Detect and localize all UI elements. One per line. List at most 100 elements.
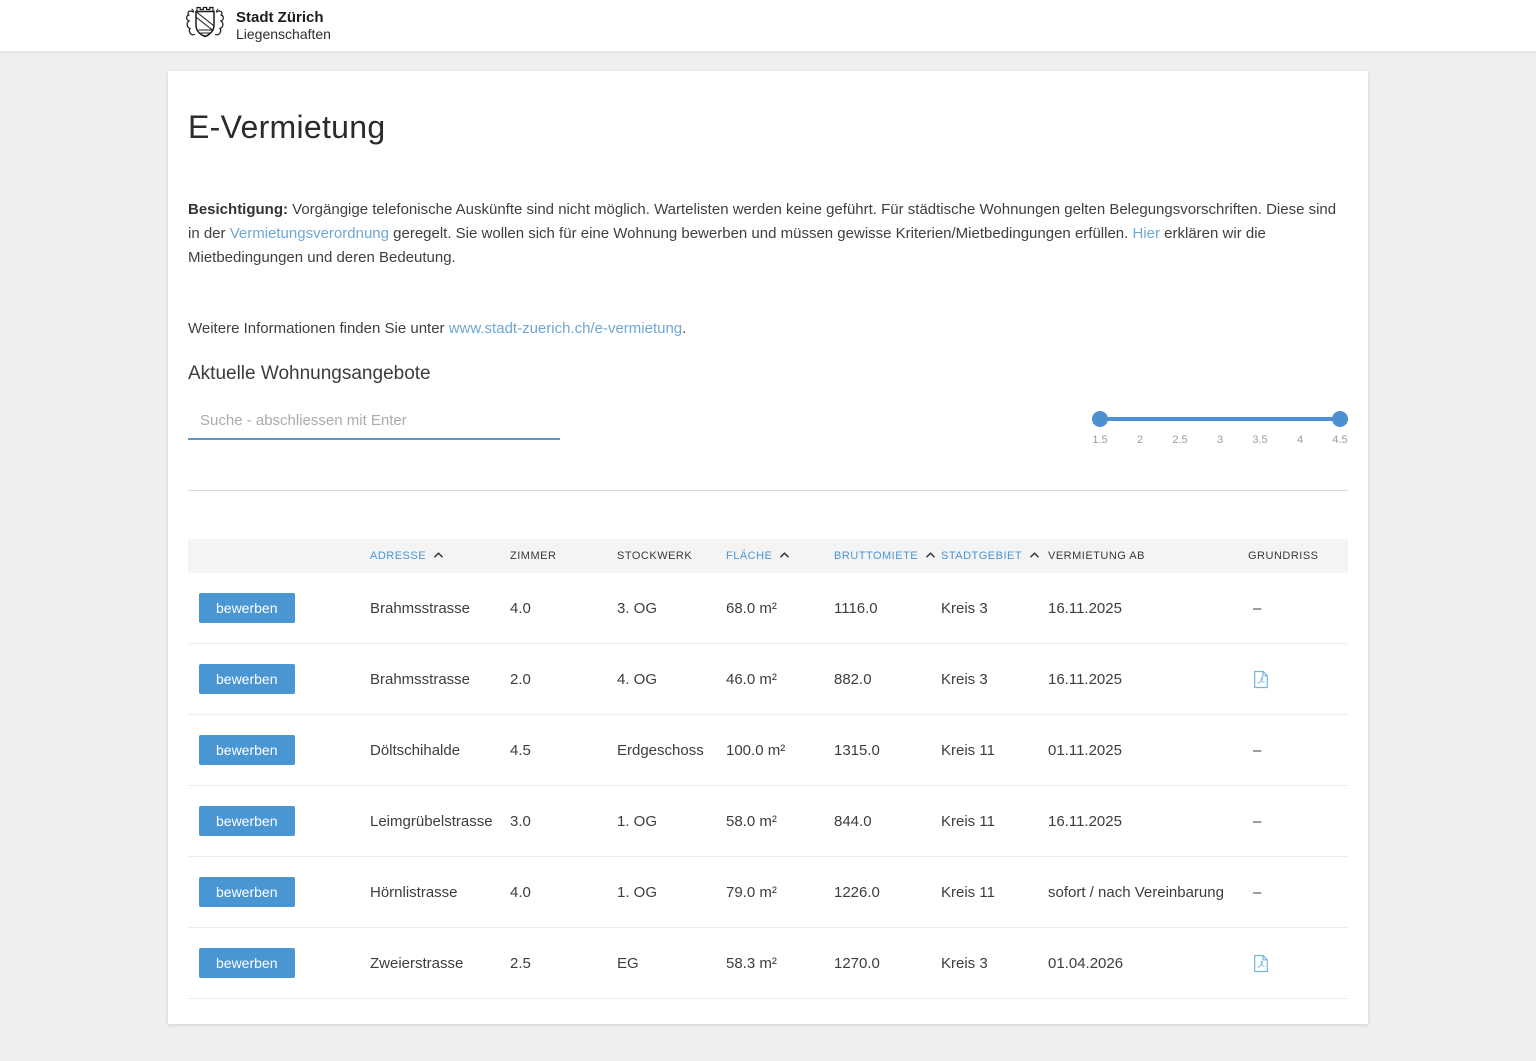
hier-link[interactable]: Hier — [1132, 225, 1160, 242]
column-header[interactable]: STADTGEBIET — [941, 550, 1048, 562]
cell-flaeche: 58.3 m² — [726, 955, 834, 972]
column-header[interactable]: STOCKWERK — [617, 550, 726, 562]
filter-row: 1.522.533.544.5 — [188, 405, 1348, 446]
no-floorplan-dash: – — [1253, 600, 1261, 617]
column-header[interactable]: ZIMMER — [510, 550, 617, 562]
column-header[interactable]: VERMIETUNG AB — [1048, 550, 1248, 562]
e-vermietung-url-link[interactable]: www.stadt-zuerich.ch/e-vermietung — [449, 320, 682, 337]
cell-adresse: Hörnlistrasse — [370, 884, 510, 901]
apartments-table: ADRESSE ZIMMER STOCKWERK FLÄCHE BRUTTOMI… — [188, 539, 1348, 999]
cell-adresse: Zweierstrasse — [370, 955, 510, 972]
cell-flaeche: 79.0 m² — [726, 884, 834, 901]
cell-bruttomiete: 1226.0 — [834, 884, 941, 901]
zurich-coat-of-arms-icon — [183, 4, 227, 47]
no-floorplan-dash: – — [1253, 884, 1261, 901]
cell-bruttomiete: 882.0 — [834, 671, 941, 688]
cell-vermietung-ab: 01.04.2026 — [1048, 955, 1248, 972]
cell-grundriss — [1248, 670, 1348, 689]
more-info-text: Weitere Informationen finden Sie unter — [188, 320, 449, 337]
cell-grundriss: – — [1248, 600, 1348, 617]
cell-stockwerk: 4. OG — [617, 671, 726, 688]
cell-adresse: Brahmsstrasse — [370, 671, 510, 688]
cell-grundriss: – — [1248, 813, 1348, 830]
logo-title: Stadt Zürich — [236, 9, 331, 26]
top-bar: Stadt Zürich Liegenschaften — [0, 0, 1536, 52]
cell-stadtgebiet: Kreis 3 — [941, 600, 1048, 617]
sort-asc-icon — [1029, 550, 1040, 562]
sort-asc-icon — [925, 550, 936, 562]
search-field-wrap — [188, 405, 560, 440]
cell-flaeche: 46.0 m² — [726, 671, 834, 688]
cell-grundriss: – — [1248, 742, 1348, 759]
column-header[interactable]: ADRESSE — [370, 550, 510, 562]
cell-adresse: Döltschihalde — [370, 742, 510, 759]
cell-zimmer: 4.0 — [510, 600, 617, 617]
stadt-zuerich-logo[interactable]: Stadt Zürich Liegenschaften — [183, 4, 331, 47]
column-header[interactable]: GRUNDRISS — [1248, 550, 1348, 562]
slider-handle-max[interactable] — [1332, 411, 1348, 427]
column-header-label: GRUNDRISS — [1248, 550, 1319, 562]
intro-text-2: geregelt. Sie wollen sich für eine Wohnu… — [389, 225, 1133, 242]
apartment-row: bewerben Brahmsstrasse 2.0 4. OG 46.0 m²… — [188, 644, 1348, 715]
page-title: E-Vermietung — [188, 109, 1348, 146]
pdf-icon[interactable] — [1253, 954, 1269, 973]
cell-stockwerk: 1. OG — [617, 884, 726, 901]
cell-zimmer: 3.0 — [510, 813, 617, 830]
vermietungsverordnung-link[interactable]: Vermietungsverordnung — [230, 225, 389, 242]
column-header-label: STADTGEBIET — [941, 550, 1022, 562]
cell-bruttomiete: 1116.0 — [834, 600, 941, 617]
more-info-paragraph: Weitere Informationen finden Sie unter w… — [188, 317, 1348, 341]
bewerben-button[interactable]: bewerben — [199, 877, 295, 907]
logo-subtitle: Liegenschaften — [236, 26, 331, 42]
cell-adresse: Leimgrübelstrasse — [370, 813, 510, 830]
column-header[interactable]: FLÄCHE — [726, 550, 834, 562]
slider-tick-labels: 1.522.533.544.5 — [1100, 434, 1340, 446]
pdf-icon[interactable] — [1253, 670, 1269, 689]
cell-vermietung-ab: 16.11.2025 — [1048, 600, 1248, 617]
cell-flaeche: 58.0 m² — [726, 813, 834, 830]
cell-stockwerk: 1. OG — [617, 813, 726, 830]
no-floorplan-dash: – — [1253, 742, 1261, 759]
search-input[interactable] — [188, 405, 560, 440]
cell-stadtgebiet: Kreis 3 — [941, 671, 1048, 688]
section-divider — [188, 490, 1348, 491]
column-header[interactable]: BRUTTOMIETE — [834, 550, 941, 562]
cell-zimmer: 2.5 — [510, 955, 617, 972]
cell-bruttomiete: 844.0 — [834, 813, 941, 830]
slider-track[interactable] — [1100, 417, 1340, 421]
bewerben-button[interactable]: bewerben — [199, 806, 295, 836]
bewerben-button[interactable]: bewerben — [199, 735, 295, 765]
column-header-label: VERMIETUNG AB — [1048, 550, 1145, 562]
cell-adresse: Brahmsstrasse — [370, 600, 510, 617]
cell-vermietung-ab: 01.11.2025 — [1048, 742, 1248, 759]
cell-stockwerk: 3. OG — [617, 600, 726, 617]
sort-asc-icon — [433, 550, 444, 562]
apartment-row: bewerben Leimgrübelstrasse 3.0 1. OG 58.… — [188, 786, 1348, 857]
listings-subtitle: Aktuelle Wohnungsangebote — [188, 363, 1348, 385]
column-header-label: BRUTTOMIETE — [834, 550, 918, 562]
column-header-label: FLÄCHE — [726, 550, 772, 562]
rooms-range-slider[interactable] — [1092, 411, 1348, 427]
cell-zimmer: 4.0 — [510, 884, 617, 901]
slider-handle-min[interactable] — [1092, 411, 1108, 427]
cell-stadtgebiet: Kreis 11 — [941, 884, 1048, 901]
sort-asc-icon — [779, 550, 790, 562]
cell-vermietung-ab: 16.11.2025 — [1048, 813, 1248, 830]
cell-stadtgebiet: Kreis 11 — [941, 742, 1048, 759]
table-body: bewerben Brahmsstrasse 4.0 3. OG 68.0 m²… — [188, 573, 1348, 999]
cell-grundriss: – — [1248, 884, 1348, 901]
table-header-row: ADRESSE ZIMMER STOCKWERK FLÄCHE BRUTTOMI… — [188, 539, 1348, 573]
bewerben-button[interactable]: bewerben — [199, 593, 295, 623]
apartment-row: bewerben Döltschihalde 4.5 Erdgeschoss 1… — [188, 715, 1348, 786]
cell-stockwerk: EG — [617, 955, 726, 972]
cell-vermietung-ab: 16.11.2025 — [1048, 671, 1248, 688]
cell-zimmer: 4.5 — [510, 742, 617, 759]
cell-stadtgebiet: Kreis 3 — [941, 955, 1048, 972]
cell-grundriss — [1248, 954, 1348, 973]
bewerben-button[interactable]: bewerben — [199, 664, 295, 694]
cell-flaeche: 100.0 m² — [726, 742, 834, 759]
bewerben-button[interactable]: bewerben — [199, 948, 295, 978]
apartment-row: bewerben Zweierstrasse 2.5 EG 58.3 m² 12… — [188, 928, 1348, 999]
apartment-row: bewerben Hörnlistrasse 4.0 1. OG 79.0 m²… — [188, 857, 1348, 928]
cell-flaeche: 68.0 m² — [726, 600, 834, 617]
